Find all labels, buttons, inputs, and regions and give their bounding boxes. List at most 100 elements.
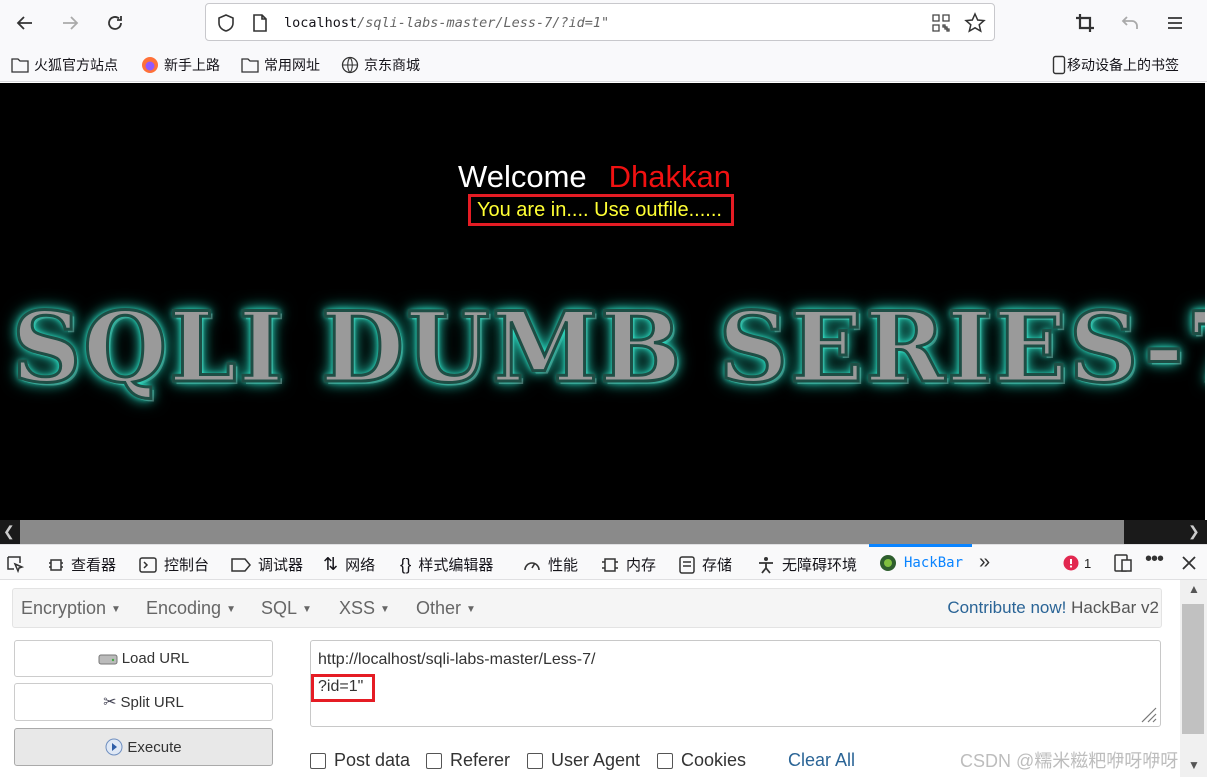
vertical-scrollbar[interactable]: ▲ ▼ bbox=[1180, 580, 1207, 777]
checkbox-user-agent[interactable]: User Agent bbox=[527, 750, 640, 771]
split-url-button[interactable]: ✂ Split URL bbox=[14, 683, 273, 721]
bookmark-item[interactable]: 京东商城 bbox=[341, 55, 420, 75]
scroll-up-icon[interactable]: ▲ bbox=[1188, 582, 1200, 596]
crop-icon bbox=[1076, 14, 1094, 32]
tab-debugger[interactable]: 调试器 bbox=[231, 554, 303, 575]
shield-icon[interactable] bbox=[216, 13, 236, 33]
bookmarks-bar: 火狐官方站点 新手上路 常用网址 京东商城 移动设备上的书签 bbox=[0, 46, 1207, 82]
hackbar-icon bbox=[880, 555, 896, 571]
scissors-icon: ✂ bbox=[103, 694, 117, 711]
url-textarea[interactable]: http://localhost/sqli-labs-master/Less-7… bbox=[310, 640, 1161, 727]
caret-down-icon: ▼ bbox=[380, 603, 390, 615]
picker-icon[interactable] bbox=[5, 554, 25, 574]
horizontal-scrollbar[interactable]: ❮ ❯ bbox=[0, 520, 1207, 544]
more-options-icon[interactable]: ••• bbox=[1145, 548, 1164, 571]
debugger-icon bbox=[231, 557, 251, 572]
menu-xss[interactable]: XSS ▼ bbox=[339, 598, 390, 619]
clear-all-link[interactable]: Clear All bbox=[788, 750, 855, 771]
tab-inspector[interactable]: 查看器 bbox=[48, 554, 116, 575]
resize-handle-icon[interactable] bbox=[1137, 703, 1157, 723]
scrollbar-thumb[interactable] bbox=[20, 520, 1124, 544]
reload-button[interactable] bbox=[100, 8, 130, 38]
contribute: Contribute now! HackBar v2 bbox=[947, 598, 1159, 618]
tab-style-editor[interactable]: {} 样式编辑器 bbox=[400, 554, 493, 575]
url-bar[interactable]: localhost/sqli-labs-master/Less-7/?id=1" bbox=[205, 3, 995, 41]
checkbox[interactable] bbox=[527, 752, 543, 769]
error-count: 1 bbox=[1084, 555, 1092, 571]
drive-icon bbox=[98, 654, 118, 664]
checkbox-label: Post data bbox=[334, 750, 411, 770]
undo-button[interactable] bbox=[1115, 8, 1145, 38]
highlight-box: You are in.... Use outfile...... bbox=[468, 194, 734, 226]
menu-label: XSS bbox=[339, 598, 376, 618]
tab-console[interactable]: 控制台 bbox=[139, 554, 209, 575]
load-url-button[interactable]: Load URL bbox=[14, 640, 273, 677]
back-button[interactable] bbox=[10, 8, 40, 38]
error-icon bbox=[1063, 555, 1079, 571]
mobile-bookmarks[interactable]: 移动设备上的书签 bbox=[1052, 55, 1179, 75]
arrow-right-icon bbox=[63, 16, 79, 30]
scrollbar-thumb[interactable] bbox=[1182, 604, 1204, 734]
bookmark-item[interactable]: 新手上路 bbox=[141, 55, 220, 75]
menu-button[interactable] bbox=[1160, 8, 1190, 38]
error-indicator[interactable]: 1 bbox=[1063, 555, 1091, 571]
menu-encryption[interactable]: Encryption ▼ bbox=[21, 598, 121, 619]
scroll-right-icon[interactable]: ❯ bbox=[1188, 523, 1200, 540]
bookmark-item[interactable]: 火狐官方站点 bbox=[11, 55, 118, 75]
checkbox-referer[interactable]: Referer bbox=[426, 750, 510, 771]
checkbox[interactable] bbox=[426, 752, 442, 769]
play-icon bbox=[105, 738, 123, 756]
tab-accessibility[interactable]: 无障碍环境 bbox=[757, 554, 857, 575]
execute-button[interactable]: Execute bbox=[14, 728, 273, 766]
checkbox-label: Referer bbox=[450, 750, 511, 770]
checkbox[interactable] bbox=[310, 752, 326, 769]
tab-label: 内存 bbox=[626, 557, 657, 574]
responsive-mode-icon[interactable] bbox=[1114, 554, 1132, 572]
bookmark-item[interactable]: 常用网址 bbox=[241, 55, 320, 75]
menu-other[interactable]: Other ▼ bbox=[416, 598, 476, 619]
hamburger-icon bbox=[1168, 17, 1182, 29]
bookmark-label: 新手上路 bbox=[164, 57, 220, 73]
tab-memory[interactable]: 内存 bbox=[601, 554, 656, 575]
tab-label: 控制台 bbox=[164, 557, 210, 574]
caret-down-icon: ▼ bbox=[466, 603, 476, 615]
url-line-1: http://localhost/sqli-labs-master/Less-7… bbox=[318, 651, 596, 668]
menu-label: Encryption bbox=[21, 598, 107, 618]
menu-encoding[interactable]: Encoding ▼ bbox=[146, 598, 236, 619]
braces-icon: {} bbox=[400, 554, 412, 574]
tab-storage[interactable]: 存储 bbox=[679, 554, 732, 575]
tab-performance[interactable]: 性能 bbox=[523, 554, 578, 575]
welcome-text: Welcome Dhakkan bbox=[458, 159, 731, 195]
checkbox-label: User Agent bbox=[551, 750, 641, 770]
qrcode-icon[interactable] bbox=[931, 13, 951, 33]
firefox-icon bbox=[142, 57, 158, 73]
menu-label: SQL bbox=[261, 598, 298, 618]
tab-hackbar[interactable]: HackBar bbox=[879, 554, 963, 572]
scroll-down-icon[interactable]: ▼ bbox=[1188, 758, 1200, 772]
bookmark-label: 常用网址 bbox=[264, 57, 320, 73]
tab-label: 性能 bbox=[548, 557, 579, 574]
checkbox-post-data[interactable]: Post data bbox=[310, 750, 410, 771]
url-text[interactable]: localhost/sqli-labs-master/Less-7/?id=1" bbox=[284, 15, 609, 31]
more-tabs-icon[interactable]: » bbox=[979, 551, 990, 574]
menu-sql[interactable]: SQL ▼ bbox=[261, 598, 312, 619]
url-host: localhost bbox=[284, 15, 358, 31]
contribute-link[interactable]: Contribute now! bbox=[947, 598, 1066, 617]
globe-icon bbox=[341, 56, 359, 74]
inspector-icon bbox=[49, 558, 63, 571]
tab-network[interactable]: ⇅ 网络 bbox=[323, 554, 375, 575]
checkbox[interactable] bbox=[657, 752, 673, 769]
page-content: Welcome Dhakkan You are in.... Use outfil… bbox=[0, 83, 1205, 520]
star-icon[interactable] bbox=[964, 12, 986, 34]
screenshot-button[interactable] bbox=[1070, 8, 1100, 38]
tab-label: 查看器 bbox=[71, 557, 117, 574]
checkbox-cookies[interactable]: Cookies bbox=[657, 750, 746, 771]
tab-label: 网络 bbox=[345, 557, 376, 574]
undo-icon bbox=[1121, 16, 1138, 29]
accessibility-icon bbox=[759, 556, 773, 574]
close-icon[interactable] bbox=[1181, 555, 1197, 571]
scroll-left-icon[interactable]: ❮ bbox=[3, 523, 15, 540]
forward-button[interactable] bbox=[55, 8, 85, 38]
hackbar-version: HackBar v2 bbox=[1071, 598, 1159, 617]
active-tab-indicator bbox=[869, 544, 972, 547]
